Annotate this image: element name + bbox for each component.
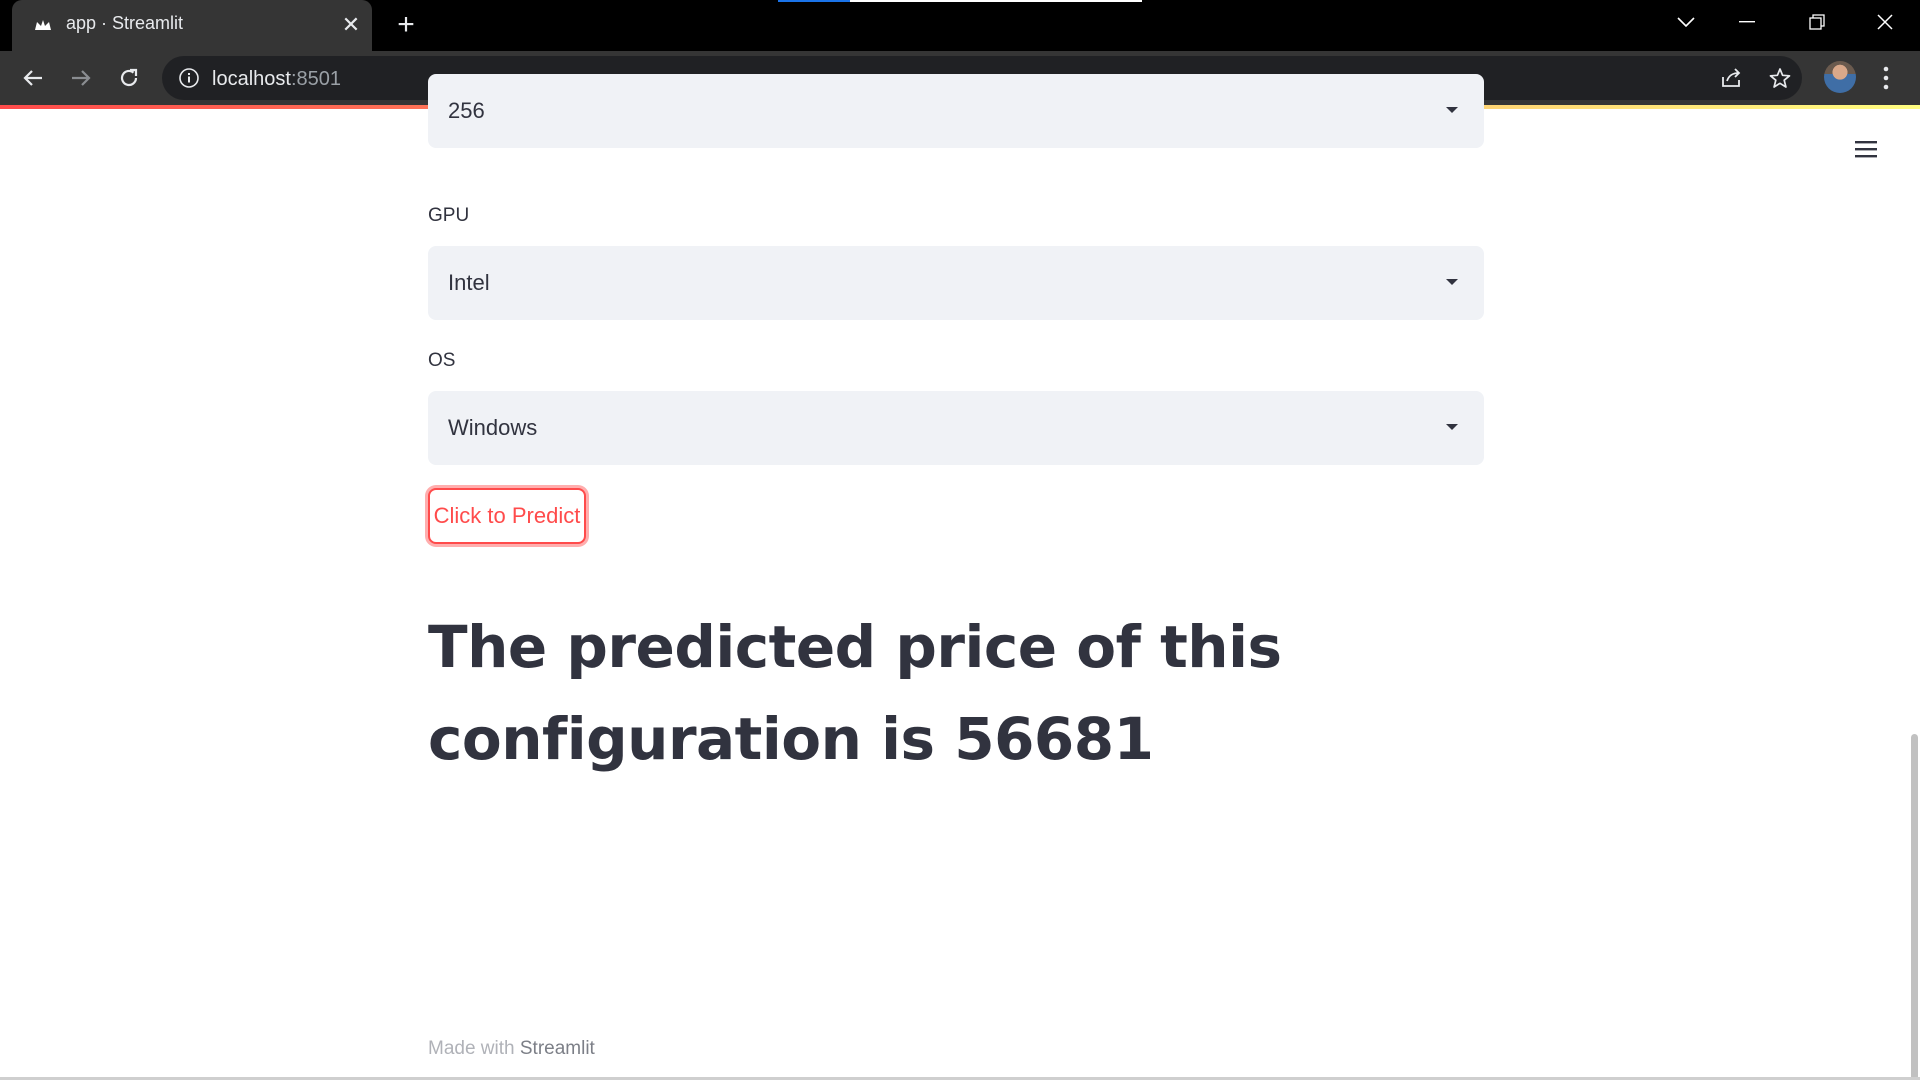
ssd-select[interactable]: 256 bbox=[428, 74, 1484, 148]
predict-button[interactable]: Click to Predict bbox=[428, 488, 586, 544]
bookmark-star-icon[interactable] bbox=[1766, 64, 1794, 92]
chevron-down-icon bbox=[1446, 279, 1458, 285]
close-tab-icon[interactable]: ✕ bbox=[338, 12, 364, 38]
streamlit-favicon-icon bbox=[35, 20, 51, 30]
url-port: :8501 bbox=[290, 68, 341, 90]
os-select[interactable]: Windows bbox=[428, 391, 1484, 465]
browser-tabstrip: app · Streamlit ✕ + bbox=[0, 0, 1920, 51]
reload-icon[interactable] bbox=[112, 61, 146, 95]
browser-menu-kebab-icon[interactable] bbox=[1876, 63, 1896, 93]
footer: Made with Streamlit bbox=[428, 1038, 595, 1060]
close-window-icon[interactable] bbox=[1851, 0, 1919, 44]
scrollbar-thumb[interactable] bbox=[1911, 734, 1918, 1080]
browser-tab[interactable]: app · Streamlit ✕ bbox=[12, 0, 372, 51]
gpu-select-value: Intel bbox=[448, 270, 490, 295]
forward-arrow-icon[interactable] bbox=[64, 61, 98, 95]
ssd-select-value: 256 bbox=[448, 98, 485, 123]
hamburger-menu-icon[interactable] bbox=[1852, 137, 1880, 161]
gpu-select[interactable]: Intel bbox=[428, 246, 1484, 320]
tab-title: app · Streamlit bbox=[66, 13, 184, 33]
share-icon[interactable] bbox=[1718, 64, 1746, 92]
restore-window-icon[interactable] bbox=[1783, 0, 1851, 44]
site-info-icon[interactable] bbox=[178, 67, 200, 89]
chevron-down-icon bbox=[1446, 107, 1458, 113]
chevron-down-icon bbox=[1446, 424, 1458, 430]
url-text[interactable]: localhost:8501 bbox=[212, 68, 341, 91]
streamlit-app: 256 GPU Intel OS Windows Click to Predic… bbox=[0, 74, 1920, 1080]
tab-loading-indicator bbox=[778, 0, 850, 2]
os-label: OS bbox=[428, 350, 456, 371]
profile-avatar[interactable] bbox=[1824, 61, 1856, 93]
gpu-label: GPU bbox=[428, 205, 470, 226]
predicted-price-heading: The predicted price of this configuratio… bbox=[428, 613, 1282, 773]
tab-search-chevron-icon[interactable] bbox=[1652, 0, 1720, 44]
os-select-value: Windows bbox=[448, 415, 538, 440]
footer-prefix: Made with bbox=[428, 1038, 520, 1059]
back-arrow-icon[interactable] bbox=[16, 61, 50, 95]
minimize-window-icon[interactable] bbox=[1713, 0, 1781, 44]
streamlit-link[interactable]: Streamlit bbox=[520, 1038, 595, 1059]
new-tab-plus-icon[interactable]: + bbox=[392, 10, 420, 40]
url-host: localhost bbox=[212, 68, 291, 90]
